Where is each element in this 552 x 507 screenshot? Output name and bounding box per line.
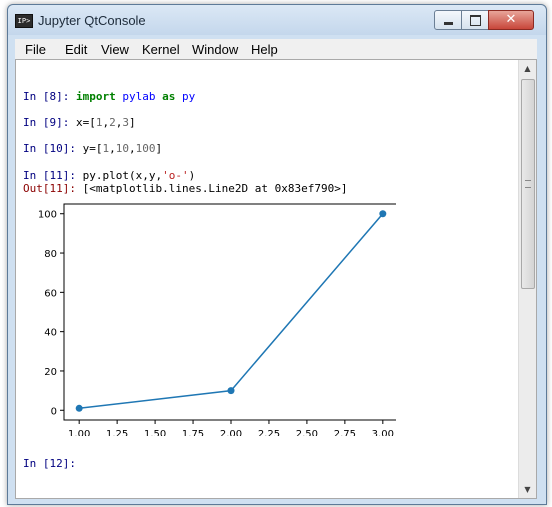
y-tick-label: 0 (51, 406, 57, 417)
output-text: [<matplotlib.lines.Line2D at 0x83ef790>] (75, 182, 348, 195)
input-cell: In [10]: y=[1,10,100] (23, 142, 162, 155)
code-token: 10 (115, 142, 129, 155)
input-prompt: In [8]: (23, 90, 70, 103)
code-token: , (128, 142, 136, 155)
vertical-scrollbar[interactable]: ▲ ▼ (518, 60, 536, 498)
code-token: 2 (109, 116, 116, 129)
y-tick-label: 80 (44, 249, 57, 260)
code-token: import (75, 90, 116, 103)
code-token: y=[ (82, 142, 103, 155)
plot-figure: 1.00 1.25 1.50 1.75 2.00 2.25 2.50 2.75 3.00 0 20 4… (38, 203, 396, 436)
code-token: as (162, 90, 176, 103)
x-tick-label: 3.00 (372, 429, 394, 436)
x-tick-label: 2.75 (334, 429, 356, 436)
input-prompt: In [11]: (23, 169, 76, 182)
input-cell: In [8]: import pylab as py (23, 90, 195, 103)
x-tick-label: 1.25 (106, 429, 128, 436)
code-token: ) (188, 169, 196, 182)
scrollbar-thumb[interactable] (521, 79, 535, 289)
scroll-up-arrow-icon[interactable]: ▲ (519, 60, 536, 77)
minimize-button[interactable] (434, 10, 462, 30)
code-token: ] (155, 142, 163, 155)
x-tick-label: 1.50 (144, 429, 166, 436)
x-tick-label: 1.00 (68, 429, 90, 436)
code-token: py.plot(x,y, (82, 169, 163, 182)
code-token: , (109, 142, 116, 155)
x-tick-label: 1.75 (182, 429, 204, 436)
y-tick-label: 20 (44, 367, 57, 378)
menu-file[interactable]: File (25, 42, 46, 57)
code-token: x=[ (75, 116, 96, 129)
menu-window[interactable]: Window (192, 42, 238, 57)
code-token: pylab (122, 90, 156, 103)
input-prompt: In [9]: (23, 116, 70, 129)
menu-bar: File Edit View Kernel Window Help (15, 39, 537, 59)
menu-edit[interactable]: Edit (65, 42, 87, 57)
x-tick-label: 2.50 (296, 429, 318, 436)
window-title: Jupyter QtConsole (38, 13, 146, 28)
y-tick-label: 60 (44, 288, 57, 299)
output-prompt: Out[11]: (23, 182, 76, 195)
menu-kernel[interactable]: Kernel (142, 42, 180, 57)
input-cell: In [9]: x=[1,2,3] (23, 116, 136, 129)
console-area[interactable]: 1.00 1.25 1.50 1.75 2.00 2.25 2.50 2.75 3.00 0 20 4… (15, 59, 537, 499)
input-prompt: In [10]: (23, 142, 76, 155)
code-token: 3 (122, 116, 129, 129)
scroll-down-arrow-icon[interactable]: ▼ (519, 481, 536, 498)
close-icon: ✕ (505, 12, 517, 27)
x-tick-label: 2.25 (258, 429, 280, 436)
data-point-marker (75, 404, 83, 412)
close-button[interactable]: ✕ (488, 10, 534, 30)
y-tick-label: 40 (44, 328, 57, 339)
qtconsole-window: IP> Jupyter QtConsole ✕ File Edit View Kern… (7, 4, 547, 505)
code-token: ] (128, 116, 136, 129)
title-bar[interactable]: IP> Jupyter QtConsole ✕ (8, 5, 546, 35)
y-tick-label: 100 (38, 210, 57, 221)
console-output[interactable]: 1.00 1.25 1.50 1.75 2.00 2.25 2.50 2.75 3.00 0 20 4… (16, 60, 523, 498)
menu-view[interactable]: View (101, 42, 129, 57)
input-cell: In [11]: py.plot(x,y,'o-') (23, 169, 195, 182)
data-point-marker (227, 387, 235, 395)
code-token: py (181, 90, 196, 103)
code-token: 'o-' (162, 169, 189, 182)
next-input-cell: In [12]: (23, 457, 76, 470)
menu-help[interactable]: Help (251, 42, 278, 57)
grip-icon (525, 180, 531, 188)
app-icon: IP> (15, 14, 33, 28)
data-point-marker (379, 210, 387, 218)
output-cell: Out[11]: [<matplotlib.lines.Line2D at 0x… (23, 182, 348, 195)
x-tick-label: 2.00 (220, 429, 242, 436)
input-prompt: In [12]: (23, 457, 76, 470)
code-token: 100 (135, 142, 156, 155)
maximize-button[interactable] (461, 10, 489, 30)
